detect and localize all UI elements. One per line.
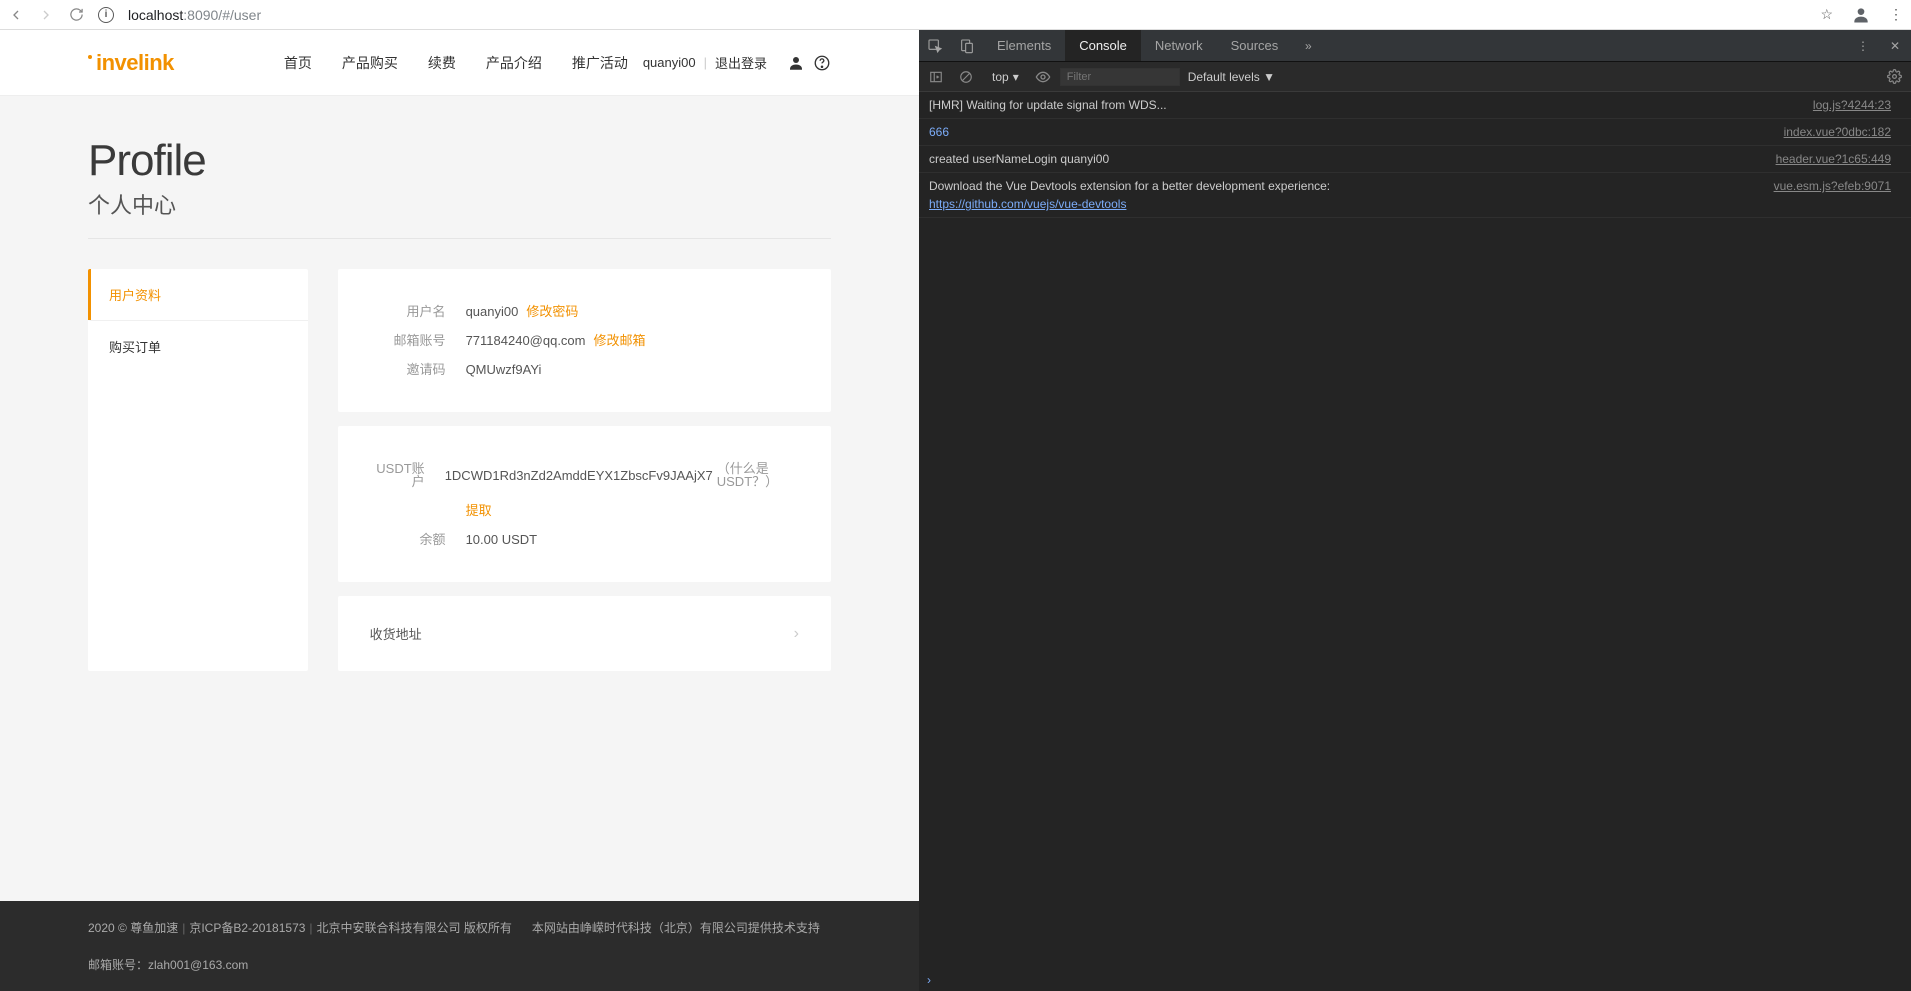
back-button[interactable]	[8, 7, 24, 23]
nav-buy[interactable]: 产品购买	[342, 53, 398, 73]
console-source-link[interactable]: log.js?4244:23	[1813, 96, 1891, 114]
balance-label: 余额	[370, 533, 446, 546]
tab-sources[interactable]: Sources	[1217, 30, 1293, 61]
tab-console[interactable]: Console	[1065, 30, 1141, 61]
console-link[interactable]: https://github.com/vuejs/vue-devtools	[929, 197, 1126, 211]
clear-console-icon[interactable]	[955, 66, 977, 88]
sidebar-item-profile[interactable]: 用户资料	[88, 269, 308, 320]
header-username[interactable]: quanyi00	[643, 55, 696, 70]
console-toolbar: top ▾ Default levels ▼	[919, 62, 1911, 92]
log-levels-selector[interactable]: Default levels ▼	[1188, 70, 1275, 84]
console-source-link[interactable]: vue.esm.js?efeb:9071	[1774, 177, 1891, 213]
console-line: Download the Vue Devtools extension for …	[919, 173, 1911, 218]
console-sidebar-toggle-icon[interactable]	[925, 66, 947, 88]
forward-button[interactable]	[38, 7, 54, 23]
devtools-panel: Elements Console Network Sources » ⋮ ✕ t…	[919, 30, 1911, 991]
logout-link[interactable]: 退出登录	[715, 53, 767, 72]
nav-home[interactable]: 首页	[284, 53, 312, 73]
console-filter-input[interactable]	[1060, 68, 1180, 86]
what-is-usdt-link[interactable]: （什么是USDT？）	[717, 462, 799, 488]
tab-elements[interactable]: Elements	[983, 30, 1065, 61]
page-viewport: invelink 首页 产品购买 续费 产品介绍 推广活动 quanyi00 |…	[0, 30, 919, 991]
more-tabs-icon[interactable]: »	[1292, 30, 1324, 61]
balance-value: 10.00 USDT	[466, 533, 538, 546]
usdt-value: 1DCWD1Rd3nZd2AmddEYX1ZbscFv9JAAjX7	[445, 469, 713, 482]
profile-sidebar: 用户资料 购买订单	[88, 269, 308, 671]
reload-button[interactable]	[68, 7, 84, 23]
console-settings-icon[interactable]	[1883, 66, 1905, 88]
url-text[interactable]: localhost:8090/#/user	[128, 7, 1806, 23]
console-source-link[interactable]: header.vue?1c65:449	[1776, 150, 1891, 168]
sidebar-item-orders[interactable]: 购买订单	[88, 320, 308, 372]
inspect-element-icon[interactable]	[919, 30, 951, 61]
invite-label: 邀请码	[370, 363, 446, 376]
change-email-link[interactable]: 修改邮箱	[594, 334, 646, 347]
username-value: quanyi00	[466, 305, 519, 318]
nav-renew[interactable]: 续费	[428, 53, 456, 73]
user-icon[interactable]	[787, 54, 805, 72]
shipping-label: 收货地址	[370, 624, 422, 643]
console-source-link[interactable]: index.vue?0dbc:182	[1784, 123, 1891, 141]
console-line: created userNameLogin quanyi00header.vue…	[919, 146, 1911, 173]
withdraw-link[interactable]: 提取	[466, 504, 492, 517]
page-title-block: Profile 个人中心	[0, 96, 919, 220]
profile-panel: 用户名 quanyi00 修改密码 邮箱账号 771184240@qq.com …	[338, 269, 831, 412]
page-title-en: Profile	[88, 136, 831, 186]
console-line: 666index.vue?0dbc:182	[919, 119, 1911, 146]
username-label: 用户名	[370, 305, 446, 318]
nav-intro[interactable]: 产品介绍	[486, 53, 542, 73]
browser-menu-icon[interactable]: ⋮	[1889, 6, 1903, 23]
device-toggle-icon[interactable]	[951, 30, 983, 61]
chevron-right-icon: ›	[794, 625, 799, 643]
bookmark-icon[interactable]: ☆	[1820, 6, 1833, 23]
usdt-label: USDT账户	[370, 462, 425, 488]
email-label: 邮箱账号	[370, 334, 446, 347]
wallet-panel: USDT账户 1DCWD1Rd3nZd2AmddEYX1ZbscFv9JAAjX…	[338, 426, 831, 582]
console-output: [HMR] Waiting for update signal from WDS…	[919, 92, 1911, 969]
help-icon[interactable]	[813, 54, 831, 72]
nav-promo[interactable]: 推广活动	[572, 53, 628, 73]
live-expression-icon[interactable]	[1034, 66, 1052, 88]
account-icon[interactable]	[1851, 5, 1871, 25]
site-info-icon[interactable]: i	[98, 7, 114, 23]
console-line: [HMR] Waiting for update signal from WDS…	[919, 92, 1911, 119]
logo[interactable]: invelink	[88, 50, 174, 76]
browser-address-bar: i localhost:8090/#/user ☆ ⋮	[0, 0, 1911, 30]
invite-value: QMUwzf9AYi	[466, 363, 542, 376]
site-footer: 2020 © 尊鱼加速|京ICP备B2-20181573|北京中安联合科技有限公…	[0, 901, 919, 991]
devtools-close-icon[interactable]: ✕	[1879, 39, 1911, 53]
email-value: 771184240@qq.com	[466, 334, 586, 347]
context-selector[interactable]: top ▾	[985, 67, 1026, 87]
page-title-zh: 个人中心	[88, 188, 831, 220]
tab-network[interactable]: Network	[1141, 30, 1217, 61]
main-nav: 首页 产品购买 续费 产品介绍 推广活动	[284, 53, 628, 73]
change-password-link[interactable]: 修改密码	[526, 305, 578, 318]
shipping-address-row[interactable]: 收货地址 ›	[338, 596, 831, 671]
title-divider	[88, 238, 831, 239]
site-header: invelink 首页 产品购买 续费 产品介绍 推广活动 quanyi00 |…	[0, 30, 919, 96]
console-prompt[interactable]: ›	[919, 969, 1911, 991]
devtools-menu-icon[interactable]: ⋮	[1847, 39, 1879, 53]
devtools-tabbar: Elements Console Network Sources » ⋮ ✕	[919, 30, 1911, 62]
